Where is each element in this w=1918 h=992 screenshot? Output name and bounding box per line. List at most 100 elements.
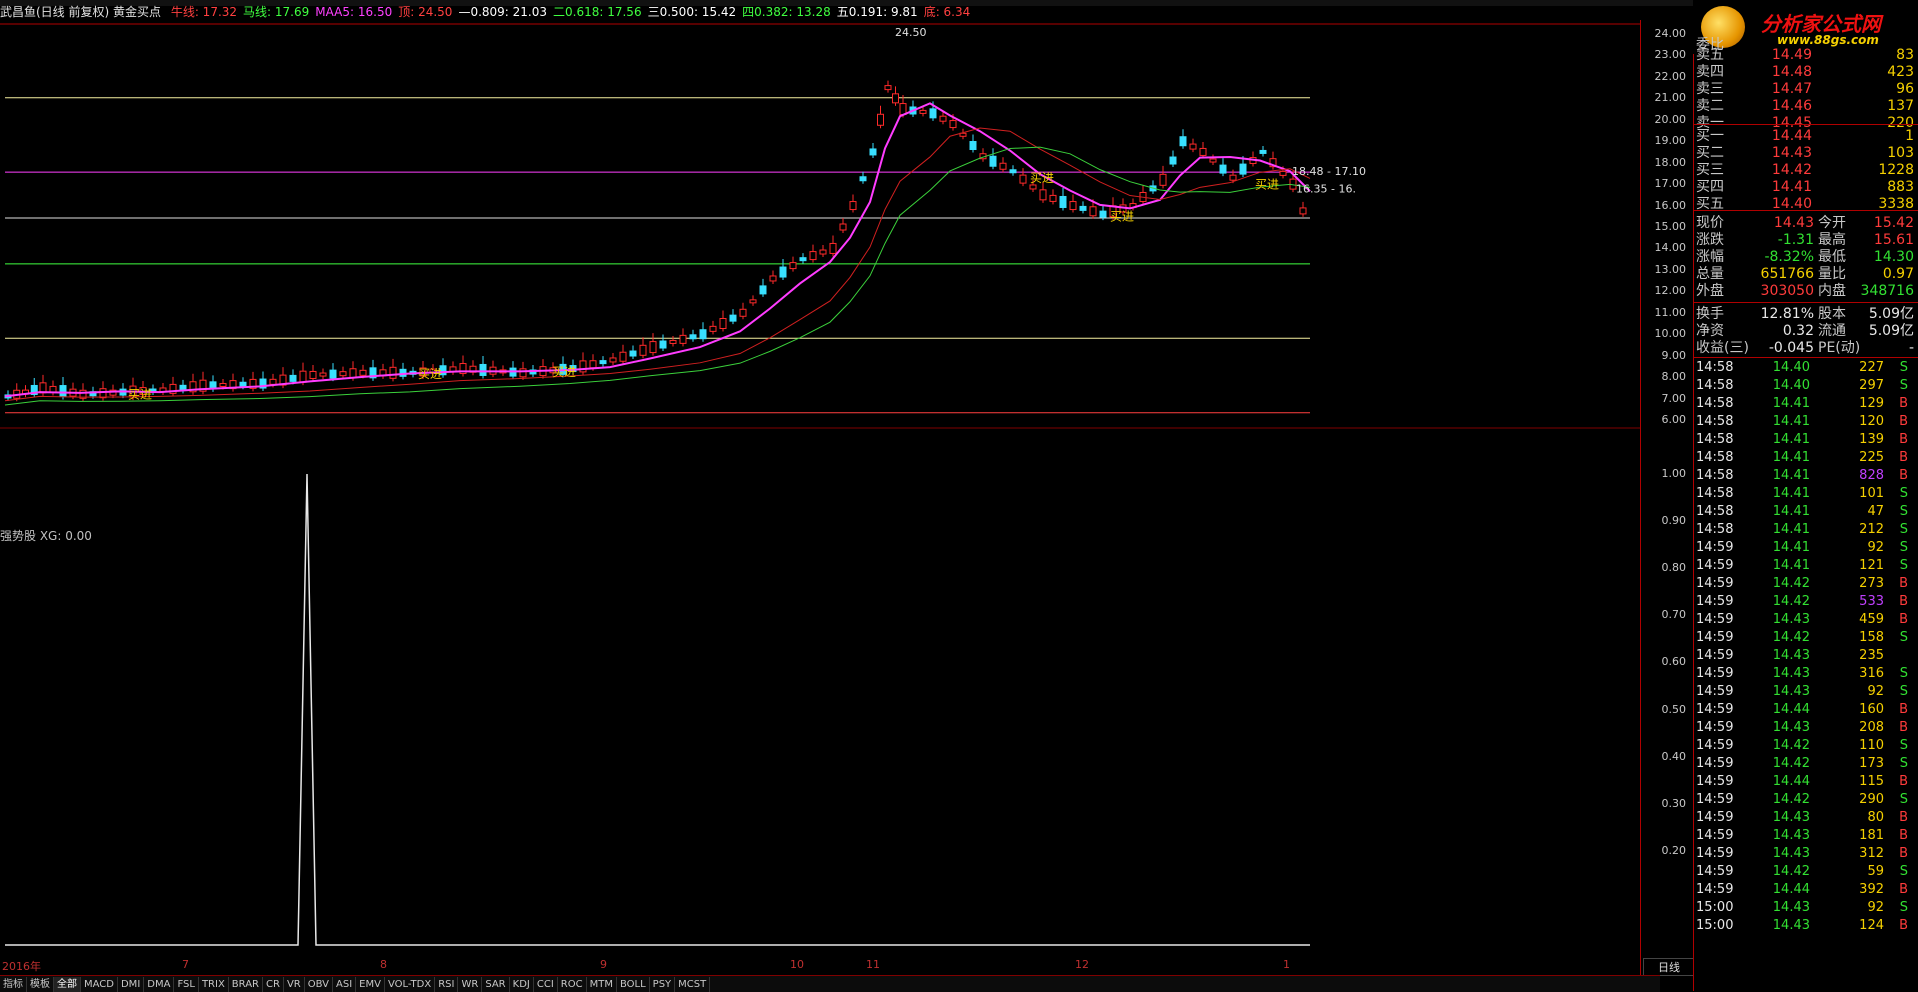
tick-time: 14:58 <box>1696 522 1734 537</box>
bid-row: 买四 14.41 883 <box>1696 178 1914 196</box>
tab-sar[interactable]: SAR <box>482 977 510 992</box>
tick-side: B <box>1899 576 1908 591</box>
candle-body <box>649 341 657 354</box>
indicator-value: 四0.382: 13.28 <box>742 5 831 19</box>
tab-dmi[interactable]: DMI <box>118 977 145 992</box>
tick-time: 14:59 <box>1696 558 1734 573</box>
tab-vol-tdx[interactable]: VOL-TDX <box>385 977 436 992</box>
candle-body <box>1049 194 1057 202</box>
tab-mtm[interactable]: MTM <box>587 977 617 992</box>
candle-body <box>239 381 247 387</box>
tab-wr[interactable]: WR <box>458 977 483 992</box>
candle-body <box>899 103 907 116</box>
candle-body <box>289 374 297 382</box>
candle-body <box>939 115 947 122</box>
tab-kdj[interactable]: KDJ <box>510 977 534 992</box>
tab-mcst[interactable]: MCST <box>675 977 711 992</box>
quote-value: 14.30 <box>1873 249 1914 265</box>
tick-volume: 181 <box>1859 828 1884 843</box>
candle-body <box>669 339 677 344</box>
tab-psy[interactable]: PSY <box>650 977 676 992</box>
tab-brar[interactable]: BRAR <box>229 977 263 992</box>
candle-body <box>1079 205 1087 211</box>
candle-body <box>809 251 817 261</box>
tick-price: 14.42 <box>1772 594 1810 609</box>
candle-body <box>699 329 707 340</box>
kline-chart[interactable]: 24.50买进买进 买进买进买进买进18.48 - 17.1016.35 - 16… <box>0 20 1640 980</box>
tab-cr[interactable]: CR <box>263 977 284 992</box>
tab-vr[interactable]: VR <box>284 977 305 992</box>
tick-volume: 235 <box>1859 648 1884 663</box>
tab-emv[interactable]: EMV <box>356 977 385 992</box>
candle-body <box>329 369 337 379</box>
candle-body <box>869 148 877 156</box>
tab-模板[interactable]: 模板 <box>27 977 54 992</box>
candle-body <box>479 363 487 376</box>
candle-body <box>309 370 317 379</box>
tab-fsl[interactable]: FSL <box>174 977 199 992</box>
tick-volume: 459 <box>1859 612 1884 627</box>
stock-title: 武昌鱼(日线 前复权) 黄金买点 <box>0 5 161 19</box>
tick-time: 14:59 <box>1696 882 1734 897</box>
candle-body <box>599 360 607 365</box>
tab-指标[interactable]: 指标 <box>0 977 27 992</box>
tick-side: S <box>1899 864 1908 879</box>
tab-boll[interactable]: BOLL <box>617 977 650 992</box>
ask-label: 卖三 <box>1696 81 1724 97</box>
quote-label: 最高 <box>1818 232 1846 248</box>
period-selector[interactable]: 日线 <box>1643 958 1695 976</box>
candle-body <box>989 155 997 167</box>
tab-全部[interactable]: 全部 <box>54 977 81 992</box>
candle-body <box>399 368 407 377</box>
tick-price: 14.41 <box>1772 504 1810 519</box>
tab-roc[interactable]: ROC <box>558 977 587 992</box>
tick-time: 14:59 <box>1696 666 1734 681</box>
candle-body <box>1069 201 1077 211</box>
price-tick: 13.00 <box>1654 262 1687 276</box>
candle-body <box>769 275 777 282</box>
candle-body <box>877 113 884 126</box>
tick-price: 14.43 <box>1772 828 1810 843</box>
stat-label: 换手 <box>1696 306 1724 322</box>
tick-row: 14:59 14.43 181 B <box>1696 827 1914 845</box>
stat-row: 净资 0.32 流通 5.09亿 <box>1696 322 1914 340</box>
tick-side: B <box>1899 468 1908 483</box>
candle-body <box>1239 163 1247 175</box>
ask-volume: 423 <box>1887 64 1914 80</box>
bid-row: 买三 14.42 1228 <box>1696 161 1914 179</box>
price-axis: 24.00 23.00 22.00 21.00 20.00 19.00 18.00 17.00… <box>1640 20 1692 980</box>
indicator-value: 二0.618: 17.56 <box>553 5 642 19</box>
indicator-value: MAA5: 16.50 <box>315 5 393 19</box>
tab-obv[interactable]: OBV <box>305 977 333 992</box>
tab-rsi[interactable]: RSI <box>435 977 459 992</box>
tab-asi[interactable]: ASI <box>333 977 357 992</box>
tick-side: S <box>1899 684 1908 699</box>
ask-price: 14.48 <box>1771 64 1812 80</box>
tick-row: 14:58 14.41 139 B <box>1696 431 1914 449</box>
stat-value: - <box>1908 340 1914 356</box>
candle-body <box>349 368 357 379</box>
tick-volume: 316 <box>1859 666 1884 681</box>
quote-value: -1.31 <box>1777 232 1814 248</box>
tick-time: 14:58 <box>1696 396 1734 411</box>
quote-value: 348716 <box>1860 283 1914 299</box>
tab-trix[interactable]: TRIX <box>199 977 229 992</box>
ask-volume: 137 <box>1887 98 1914 114</box>
tick-price: 14.44 <box>1772 774 1810 789</box>
tick-price: 14.43 <box>1772 846 1810 861</box>
tab-dma[interactable]: DMA <box>144 977 175 992</box>
tick-volume: 173 <box>1859 756 1884 771</box>
stat-value: 5.09亿 <box>1868 323 1914 339</box>
candle-body <box>1299 207 1307 215</box>
tick-volume: 273 <box>1859 576 1884 591</box>
price-tick: 11.00 <box>1654 305 1687 319</box>
candle-body <box>1029 184 1037 190</box>
tab-cci[interactable]: CCI <box>534 977 558 992</box>
candle-body <box>639 344 647 356</box>
tick-time: 14:59 <box>1696 540 1734 555</box>
candle-body <box>859 176 867 182</box>
tick-row: 15:00 14.43 92 S <box>1696 899 1914 917</box>
tab-macd[interactable]: MACD <box>81 977 118 992</box>
quote-label: 涨幅 <box>1696 249 1724 265</box>
candle-body <box>779 266 787 278</box>
